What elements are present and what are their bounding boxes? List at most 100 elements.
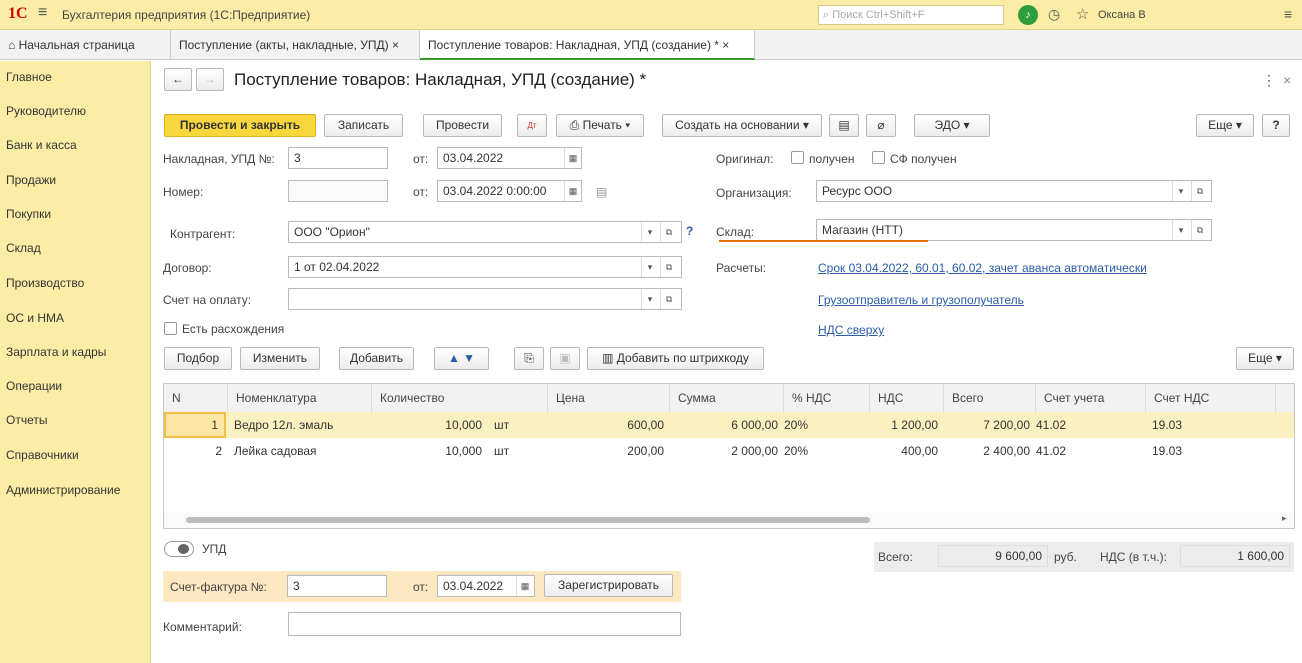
- cell-sum[interactable]: 6 000,00: [670, 412, 784, 438]
- col-more[interactable]: [1276, 384, 1294, 412]
- cell-vat[interactable]: 1 200,00: [870, 412, 944, 438]
- edo-button[interactable]: ЭДО ▾: [914, 114, 990, 137]
- arrow-down-icon[interactable]: ▼: [463, 351, 475, 365]
- calendar-icon[interactable]: ▦: [516, 576, 533, 596]
- calendar-icon[interactable]: ▦: [564, 148, 581, 168]
- discrepancy-checkbox[interactable]: [164, 322, 177, 335]
- tab-home[interactable]: ⌂ Начальная страница: [0, 30, 171, 60]
- more-vertical-icon[interactable]: ⋮: [1262, 72, 1276, 89]
- dropdown-icon[interactable]: ▾: [1172, 220, 1189, 240]
- sidebar-item-references[interactable]: Справочники: [6, 448, 79, 462]
- cell-item[interactable]: Ведро 12л. эмаль: [228, 412, 372, 438]
- sidebar-item-purchases[interactable]: Покупки: [6, 207, 51, 221]
- sf-number-input[interactable]: 3: [287, 575, 387, 597]
- comment-input[interactable]: [288, 612, 681, 636]
- cell-vat-account[interactable]: 19.03: [1146, 412, 1276, 438]
- cell-total[interactable]: 2 400,00: [944, 438, 1036, 464]
- add-by-barcode-button[interactable]: ▥ Добавить по штрихкоду: [587, 347, 764, 370]
- col-sum[interactable]: Сумма: [670, 384, 784, 412]
- col-total[interactable]: Всего: [944, 384, 1036, 412]
- notifications-bell-icon[interactable]: ♪: [1018, 5, 1038, 25]
- upd-toggle[interactable]: [164, 541, 194, 557]
- col-account[interactable]: Счет учета: [1036, 384, 1146, 412]
- dropdown-icon[interactable]: ▾: [641, 257, 658, 277]
- payment-invoice-input[interactable]: [288, 288, 682, 310]
- table-row[interactable]: 2 Лейка садовая 10,000 шт 200,00 2 000,0…: [164, 438, 1294, 464]
- post-and-close-button[interactable]: Провести и закрыть: [164, 114, 316, 137]
- attachment-icon[interactable]: ⌀: [866, 114, 896, 137]
- cell-qty[interactable]: 10,000: [372, 438, 488, 464]
- calendar-icon[interactable]: ▦: [564, 181, 581, 201]
- move-up-down-buttons[interactable]: ▲ ▼: [434, 347, 489, 370]
- invoice-no-input[interactable]: 3: [288, 147, 388, 169]
- copy-icon[interactable]: ⎘: [514, 347, 544, 370]
- cell-vat[interactable]: 400,00: [870, 438, 944, 464]
- sidebar-item-manager[interactable]: Руководителю: [6, 104, 86, 118]
- dropdown-icon[interactable]: ▾: [641, 222, 658, 242]
- menu-icon[interactable]: ≡: [38, 4, 47, 22]
- contract-input[interactable]: 1 от 02.04.2022: [288, 256, 682, 278]
- sidebar-item-main[interactable]: Главное: [6, 70, 52, 84]
- sidebar-item-bank[interactable]: Банк и касса: [6, 138, 77, 152]
- cell-account[interactable]: 41.02: [1030, 438, 1140, 464]
- open-icon[interactable]: ⧉: [660, 257, 677, 277]
- open-icon[interactable]: ⧉: [1191, 181, 1208, 201]
- col-n[interactable]: N: [164, 384, 228, 412]
- tab-receipts-list[interactable]: Поступление (акты, накладные, УПД) ×: [171, 30, 420, 60]
- add-button[interactable]: Добавить: [339, 347, 414, 370]
- col-vat-rate[interactable]: % НДС: [784, 384, 870, 412]
- cell-vat-rate[interactable]: 20%: [778, 412, 864, 438]
- counterparty-input[interactable]: ООО "Орион": [288, 221, 682, 243]
- payments-link[interactable]: Срок 03.04.2022, 60.01, 60.02, зачет ава…: [818, 261, 1147, 275]
- open-icon[interactable]: ⧉: [660, 222, 677, 242]
- sf-received-checkbox[interactable]: [872, 151, 885, 164]
- open-icon[interactable]: ⧉: [1191, 220, 1208, 240]
- more-button[interactable]: Еще ▾: [1196, 114, 1254, 137]
- col-vat-account[interactable]: Счет НДС: [1146, 384, 1276, 412]
- tab-receipt-new[interactable]: Поступление товаров: Накладная, УПД (соз…: [420, 30, 755, 60]
- cell-unit[interactable]: шт: [488, 438, 548, 464]
- user-name[interactable]: Оксана В: [1098, 9, 1146, 21]
- sidebar-item-reports[interactable]: Отчеты: [6, 413, 47, 427]
- cell-vat-account[interactable]: 19.03: [1146, 438, 1276, 464]
- horizontal-scrollbar[interactable]: ▸: [164, 512, 1294, 528]
- sidebar-item-payroll[interactable]: Зарплата и кадры: [6, 345, 106, 359]
- cell-unit[interactable]: шт: [488, 412, 548, 438]
- cell-price[interactable]: 600,00: [548, 412, 670, 438]
- table-more-button[interactable]: Еще ▾: [1236, 347, 1294, 370]
- select-button[interactable]: Подбор: [164, 347, 232, 370]
- close-icon[interactable]: ×: [1283, 72, 1291, 88]
- arrow-up-icon[interactable]: ▲: [448, 351, 460, 365]
- warehouse-input[interactable]: Магазин (НТТ): [816, 219, 1212, 241]
- col-item[interactable]: Номенклатура: [228, 384, 372, 412]
- col-vat[interactable]: НДС: [870, 384, 944, 412]
- save-button[interactable]: Записать: [324, 114, 403, 137]
- sidebar-item-sales[interactable]: Продажи: [6, 173, 56, 187]
- search-input[interactable]: ⌕ Поиск Ctrl+Shift+F: [818, 5, 1004, 25]
- cell-total[interactable]: 7 200,00: [944, 412, 1036, 438]
- edit-button[interactable]: Изменить: [240, 347, 320, 370]
- sidebar-item-production[interactable]: Производство: [6, 276, 84, 290]
- cell-price[interactable]: 200,00: [548, 438, 670, 464]
- back-button[interactable]: ←: [164, 68, 192, 91]
- favorites-star-icon[interactable]: ☆: [1076, 5, 1089, 23]
- cell-n[interactable]: 1: [164, 412, 226, 438]
- help-icon[interactable]: ?: [686, 224, 693, 238]
- dropdown-icon[interactable]: ▾: [641, 289, 658, 309]
- cell-vat-rate[interactable]: 20%: [778, 438, 864, 464]
- cell-n[interactable]: 2: [164, 438, 228, 464]
- received-checkbox[interactable]: [791, 151, 804, 164]
- organization-input[interactable]: Ресурс ООО: [816, 180, 1212, 202]
- post-button[interactable]: Провести: [423, 114, 502, 137]
- print-button[interactable]: ⎙ Печать ▾: [556, 114, 644, 137]
- cell-qty[interactable]: 10,000: [372, 412, 488, 438]
- help-button[interactable]: ?: [1262, 114, 1290, 137]
- history-icon[interactable]: ◷: [1048, 6, 1060, 23]
- vat-link[interactable]: НДС сверху: [818, 323, 884, 337]
- sidebar-item-operations[interactable]: Операции: [6, 379, 62, 393]
- dropdown-icon[interactable]: ▾: [1172, 181, 1189, 201]
- invoice-date-input[interactable]: 03.04.2022: [437, 147, 582, 169]
- cell-sum[interactable]: 2 000,00: [670, 438, 784, 464]
- register-button[interactable]: Зарегистрировать: [544, 574, 673, 597]
- user-menu-icon[interactable]: ≡: [1284, 6, 1292, 22]
